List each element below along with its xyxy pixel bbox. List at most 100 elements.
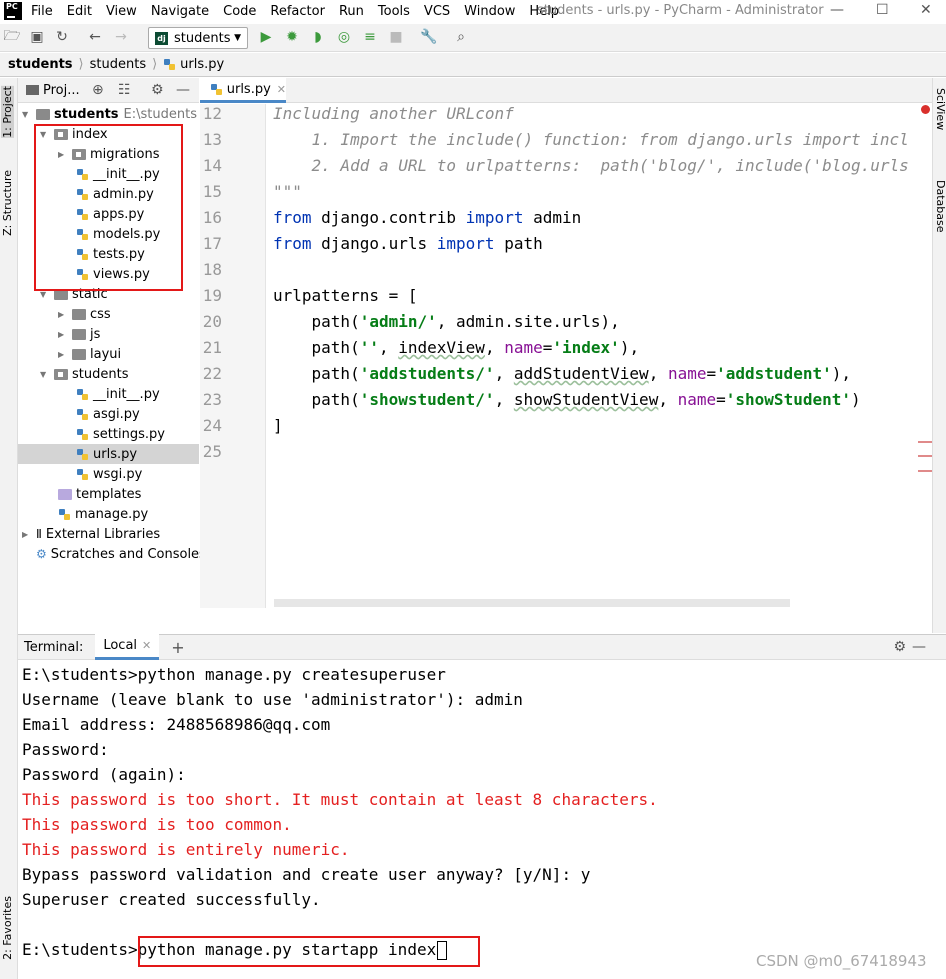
folder-icon bbox=[72, 328, 86, 340]
maximize-icon[interactable]: ☐ bbox=[876, 2, 889, 18]
sync-icon[interactable]: ↻ bbox=[52, 27, 72, 47]
left-tool-strip: 1: Project Z: Structure 2: Favorites bbox=[0, 78, 18, 979]
project-view-selector[interactable]: Proj... bbox=[26, 83, 80, 98]
close-tab-icon[interactable]: ✕ bbox=[277, 83, 286, 96]
right-tool-strip: SciView Database bbox=[932, 78, 946, 633]
forward-arrow-icon[interactable]: → bbox=[111, 27, 131, 47]
tree-item-urls[interactable]: urls.py bbox=[18, 444, 199, 464]
breadcrumb-package[interactable]: students bbox=[90, 57, 146, 72]
terminal-error-line: This password is too common. bbox=[22, 815, 292, 834]
back-arrow-icon[interactable]: ← bbox=[85, 27, 105, 47]
code-line-17: from django.urls import path bbox=[273, 234, 543, 253]
menu-file[interactable]: File bbox=[31, 4, 53, 19]
code-line-20: path('admin/', admin.site.urls), bbox=[273, 312, 620, 331]
python-file-icon bbox=[76, 408, 89, 421]
menu-vcs[interactable]: VCS bbox=[424, 4, 450, 19]
tree-item-label: External Libraries bbox=[45, 526, 161, 542]
tree-item-settings[interactable]: settings.py bbox=[76, 424, 165, 444]
error-stripe-mark[interactable] bbox=[918, 441, 932, 443]
tree-item-js[interactable]: ▶ js bbox=[58, 324, 100, 344]
tool-tab-favorites[interactable]: 2: Favorites bbox=[1, 896, 14, 960]
breadcrumb-project[interactable]: students bbox=[8, 57, 73, 72]
gear-icon[interactable]: ⚙ bbox=[893, 639, 906, 655]
menu-edit[interactable]: Edit bbox=[67, 4, 92, 19]
code-line-15: """ bbox=[273, 182, 302, 201]
horizontal-scrollbar[interactable] bbox=[274, 599, 790, 607]
line-number: 24 bbox=[202, 416, 222, 435]
menu-window[interactable]: Window bbox=[464, 4, 515, 19]
tree-item-students-init[interactable]: __init__.py bbox=[76, 384, 160, 404]
tool-tab-sciview[interactable]: SciView bbox=[934, 88, 946, 130]
close-tab-icon[interactable]: ✕ bbox=[142, 639, 151, 652]
line-number: 15 bbox=[202, 182, 222, 201]
run-configuration-select[interactable]: dj students ▼ bbox=[148, 27, 248, 49]
menu-code[interactable]: Code bbox=[223, 4, 256, 19]
line-number: 19 bbox=[202, 286, 222, 305]
tree-item-templates[interactable]: templates bbox=[58, 484, 141, 504]
menu-tools[interactable]: Tools bbox=[378, 4, 410, 19]
expand-arrow-icon: ▼ bbox=[22, 109, 29, 119]
tool-tab-structure[interactable]: Z: Structure bbox=[1, 170, 14, 236]
line-number: 13 bbox=[202, 130, 222, 149]
tree-item-label: __init__.py bbox=[93, 386, 160, 402]
tree-item-wsgi[interactable]: wsgi.py bbox=[76, 464, 142, 484]
terminal-output[interactable]: E:\students>python manage.py createsuper… bbox=[18, 661, 946, 979]
tree-item-manage[interactable]: manage.py bbox=[58, 504, 148, 524]
tree-item-scratches[interactable]: ⚙ Scratches and Consoles bbox=[36, 544, 206, 564]
tree-root[interactable]: ▼ students E:\students bbox=[22, 104, 197, 124]
tree-item-students-package[interactable]: ▼ students bbox=[40, 364, 128, 384]
editor-tab-urls[interactable]: urls.py ✕ bbox=[200, 78, 286, 103]
tree-item-external-libraries[interactable]: ▶ Ⅱ External Libraries bbox=[22, 524, 160, 544]
breadcrumb-file[interactable]: urls.py bbox=[180, 57, 224, 72]
search-icon[interactable]: ⌕ bbox=[451, 27, 471, 47]
menu-refactor[interactable]: Refactor bbox=[270, 4, 325, 19]
folder-icon bbox=[72, 308, 86, 320]
save-icon[interactable]: ▣ bbox=[27, 27, 47, 47]
terminal-line: Bypass password validation and create us… bbox=[22, 865, 591, 884]
hide-panel-icon[interactable]: — bbox=[912, 639, 926, 655]
code-editor[interactable]: Including another URLconf 1. Import the … bbox=[266, 104, 932, 608]
tree-item-asgi[interactable]: asgi.py bbox=[76, 404, 140, 424]
scratches-icon: ⚙ bbox=[36, 547, 47, 561]
locate-file-icon[interactable]: ⊕ bbox=[92, 82, 104, 98]
title-bar: PC File Edit View Navigate Code Refactor… bbox=[0, 0, 946, 22]
collapse-all-icon[interactable]: ☷ bbox=[118, 82, 131, 98]
wrench-icon[interactable]: 🔧 bbox=[419, 27, 439, 47]
tree-item-label: css bbox=[90, 306, 111, 322]
python-file-icon bbox=[58, 508, 71, 521]
tree-item-label: Scratches and Consoles bbox=[50, 546, 206, 562]
menu-view[interactable]: View bbox=[106, 4, 137, 19]
line-number: 18 bbox=[202, 260, 222, 279]
open-folder-icon[interactable]: 🗁 bbox=[2, 27, 22, 47]
error-indicator-icon[interactable] bbox=[921, 105, 930, 114]
line-number: 12 bbox=[202, 104, 222, 123]
tool-tab-database[interactable]: Database bbox=[934, 180, 946, 233]
error-stripe-mark[interactable] bbox=[918, 470, 932, 472]
new-terminal-icon[interactable]: + bbox=[171, 638, 184, 657]
minimize-icon[interactable]: — bbox=[830, 2, 844, 18]
gear-icon[interactable]: ⚙ bbox=[151, 82, 164, 98]
tree-item-label: urls.py bbox=[93, 446, 138, 462]
collapsed-arrow-icon: ▶ bbox=[58, 309, 65, 319]
line-number-gutter: 12 13 14 15 16 17 18 19 20 21 22 23 24 2… bbox=[200, 104, 266, 608]
python-file-icon bbox=[76, 468, 89, 481]
tree-item-css[interactable]: ▶ css bbox=[58, 304, 111, 324]
code-line-23: path('showstudent/', showStudentView, na… bbox=[273, 390, 861, 409]
menu-navigate[interactable]: Navigate bbox=[151, 4, 209, 19]
line-number: 22 bbox=[202, 364, 222, 383]
close-window-icon[interactable]: ✕ bbox=[920, 2, 932, 18]
highlight-box-command bbox=[138, 936, 480, 967]
stop-icon[interactable]: ■ bbox=[386, 27, 406, 47]
tool-tab-project[interactable]: 1: Project bbox=[1, 86, 14, 138]
debug-icon[interactable]: ✹ bbox=[282, 27, 302, 47]
coverage-icon[interactable]: ◗ bbox=[308, 27, 328, 47]
error-stripe-mark[interactable] bbox=[918, 455, 932, 457]
tree-item-label: students bbox=[72, 366, 129, 382]
hide-panel-icon[interactable]: — bbox=[176, 82, 190, 98]
profile-icon[interactable]: ◎ bbox=[334, 27, 354, 47]
run-icon[interactable]: ▶ bbox=[256, 27, 276, 47]
terminal-tab-local[interactable]: Local ✕ bbox=[95, 634, 160, 660]
menu-run[interactable]: Run bbox=[339, 4, 364, 19]
concurrency-icon[interactable]: ≡ bbox=[360, 27, 380, 47]
tree-item-layui[interactable]: ▶ layui bbox=[58, 344, 121, 364]
